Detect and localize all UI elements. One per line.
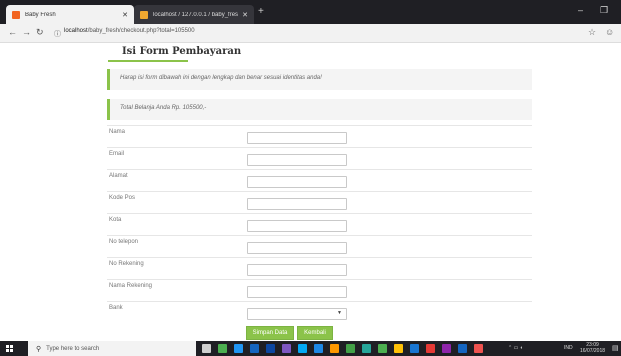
- minimize-button[interactable]: –: [578, 5, 583, 15]
- no-telepon-input[interactable]: [247, 242, 347, 254]
- dropdown-caret-icon: ▼: [337, 310, 342, 316]
- tray-language[interactable]: IND: [564, 345, 573, 351]
- reload-icon[interactable]: ↻: [36, 27, 44, 38]
- favicon-icon: [140, 10, 148, 19]
- search-icon: ⚲: [36, 345, 42, 353]
- tab-close-icon[interactable]: ✕: [122, 11, 128, 19]
- field-label: No Rekening: [109, 261, 144, 267]
- notification-icon[interactable]: ▤: [612, 344, 619, 352]
- app-icon[interactable]: [410, 344, 419, 353]
- task-view-icon[interactable]: [202, 344, 211, 353]
- bookmark-star-icon[interactable]: ☆: [588, 27, 596, 38]
- no-rekening-input[interactable]: [247, 264, 347, 276]
- field-label: Nama: [109, 129, 126, 135]
- app-icon[interactable]: [314, 344, 323, 353]
- total-notice: Total Belanja Anda Rp. 105500,-: [107, 99, 532, 120]
- search-placeholder: Type here to search: [46, 345, 100, 352]
- form-row-nama: Nama: [107, 125, 532, 146]
- app-icon[interactable]: [234, 344, 243, 353]
- form-row-kode-pos: Kode Pos: [107, 191, 532, 212]
- tray-icons[interactable]: ⌃ ▭ ◖: [508, 345, 523, 351]
- field-label: Email: [109, 151, 125, 157]
- app-icon[interactable]: [474, 344, 483, 353]
- app-icon[interactable]: [458, 344, 467, 353]
- nama-input[interactable]: [247, 132, 347, 144]
- app-icon[interactable]: [346, 344, 355, 353]
- email-input[interactable]: [247, 154, 347, 166]
- app-icon[interactable]: [282, 344, 291, 353]
- profile-icon[interactable]: ☺: [605, 27, 614, 37]
- app-icon[interactable]: [250, 344, 259, 353]
- kode-pos-input[interactable]: [247, 198, 347, 210]
- field-label: No telepon: [109, 239, 139, 245]
- field-label: Alamat: [109, 173, 128, 179]
- back-button[interactable]: Kembali: [297, 326, 333, 340]
- url-field[interactable]: localhost/baby_fresh/checkout.php?total=…: [64, 28, 195, 34]
- forward-arrow-icon[interactable]: →: [22, 27, 31, 37]
- url-path: /baby_fresh/checkout.php?total=105500: [87, 28, 195, 34]
- taskbar: ⚲ Type here to search ⌃ ▭ ◖ IND 23:09 16…: [0, 341, 621, 356]
- new-tab-button[interactable]: +: [258, 6, 264, 18]
- app-icon[interactable]: [378, 344, 387, 353]
- page-title: Isi Form Pembayaran: [122, 46, 242, 57]
- app-icon[interactable]: [218, 344, 227, 353]
- form-row-kota: Kota: [107, 213, 532, 234]
- checkout-page: Isi Form Pembayaran Harap isi form dibaw…: [0, 44, 621, 340]
- tab-label: localhost / 127.0.0.1 / baby_fres: [153, 11, 239, 18]
- chrome-app-icon[interactable]: [426, 344, 435, 353]
- url-host: localhost: [64, 28, 88, 34]
- app-icon[interactable]: [330, 344, 339, 353]
- windows-start-icon[interactable]: [6, 345, 14, 353]
- alamat-input[interactable]: [247, 176, 347, 188]
- tab-phpmyadmin[interactable]: localhost / 127.0.0.1 / baby_fres ✕: [134, 5, 254, 24]
- field-label: Kode Pos: [109, 195, 136, 201]
- clock-date: 16/07/2018: [580, 348, 606, 354]
- app-icon[interactable]: [442, 344, 451, 353]
- app-icon[interactable]: [298, 344, 307, 353]
- app-icon[interactable]: [266, 344, 275, 353]
- bank-select[interactable]: ▼: [247, 308, 347, 320]
- nama-rekening-input[interactable]: [247, 286, 347, 298]
- favicon-icon: [12, 10, 20, 19]
- info-icon[interactable]: ⓘ: [54, 29, 61, 39]
- tray-clock[interactable]: 23:09 16/07/2018: [580, 342, 605, 354]
- form-row-alamat: Alamat: [107, 169, 532, 190]
- title-underline: [108, 60, 188, 62]
- form-row-no-rekening: No Rekening: [107, 257, 532, 278]
- instruction-notice: Harap isi form dibawah ini dengan lengka…: [107, 69, 532, 90]
- tab-close-icon[interactable]: ✕: [242, 11, 248, 19]
- form-row-no-telepon: No telepon: [107, 235, 532, 256]
- address-bar: ← → ↻ ⓘ localhost/baby_fresh/checkout.ph…: [0, 24, 621, 43]
- field-label: Bank: [109, 305, 123, 311]
- taskbar-search[interactable]: ⚲ Type here to search: [28, 341, 196, 356]
- field-label: Nama Rekening: [109, 283, 153, 289]
- browser-titlebar: Baby Fresh ✕ localhost / 127.0.0.1 / bab…: [0, 0, 621, 24]
- form-row-email: Email: [107, 147, 532, 168]
- form-row-nama-rekening: Nama Rekening: [107, 279, 532, 300]
- save-button[interactable]: Simpan Data: [246, 326, 294, 340]
- field-label: Kota: [109, 217, 122, 223]
- tab-baby-fresh[interactable]: Baby Fresh ✕: [6, 5, 134, 24]
- app-icon[interactable]: [394, 344, 403, 353]
- app-icon[interactable]: [362, 344, 371, 353]
- form-row-bank: Bank ▼: [107, 301, 532, 322]
- tab-label: Baby Fresh: [25, 11, 56, 18]
- kota-input[interactable]: [247, 220, 347, 232]
- back-arrow-icon[interactable]: ←: [8, 27, 17, 37]
- maximize-button[interactable]: ❐: [600, 5, 608, 16]
